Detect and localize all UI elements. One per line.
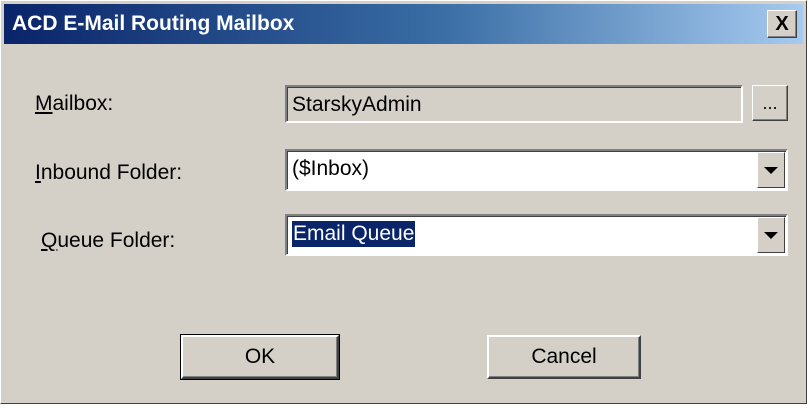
mailbox-label-text: ailbox: bbox=[52, 92, 114, 115]
mailbox-value: StarskyAdmin bbox=[292, 93, 422, 116]
mailbox-label: Mailbox: bbox=[35, 92, 113, 116]
chevron-down-icon bbox=[764, 166, 778, 174]
queue-folder-value: Email Queue bbox=[292, 221, 416, 247]
inbound-folder-value: ($Inbox) bbox=[292, 157, 370, 180]
inbound-folder-select[interactable]: ($Inbox) bbox=[285, 149, 788, 191]
mailbox-dialog: ACD E-Mail Routing Mailbox X Mailbox: St… bbox=[0, 0, 807, 404]
queue-folder-dropdown-button[interactable] bbox=[757, 217, 785, 253]
cancel-button-label: Cancel bbox=[531, 345, 597, 368]
dialog-title: ACD E-Mail Routing Mailbox bbox=[12, 12, 295, 35]
browse-mailbox-button[interactable]: ... bbox=[752, 85, 788, 121]
mailbox-field[interactable]: StarskyAdmin bbox=[285, 85, 743, 123]
title-bar[interactable]: ACD E-Mail Routing Mailbox X bbox=[4, 4, 803, 44]
close-icon: X bbox=[775, 12, 789, 35]
close-button[interactable]: X bbox=[767, 10, 797, 38]
queue-folder-label-text: ueue Folder: bbox=[57, 229, 176, 252]
ok-button-label: OK bbox=[244, 345, 276, 368]
queue-folder-label-hotkey: Q bbox=[41, 229, 58, 252]
inbound-folder-label: Inbound Folder: bbox=[35, 161, 182, 185]
ok-button[interactable]: OK bbox=[180, 334, 340, 380]
queue-folder-label: Queue Folder: bbox=[41, 229, 175, 253]
inbound-folder-label-text: nbound Folder: bbox=[40, 161, 183, 184]
queue-folder-select[interactable]: Email Queue bbox=[285, 214, 788, 256]
browse-button-label: ... bbox=[762, 93, 778, 113]
mailbox-label-hotkey: M bbox=[35, 92, 53, 115]
cancel-button[interactable]: Cancel bbox=[487, 335, 641, 379]
inbound-folder-dropdown-button[interactable] bbox=[757, 152, 785, 188]
chevron-down-icon bbox=[764, 231, 778, 239]
